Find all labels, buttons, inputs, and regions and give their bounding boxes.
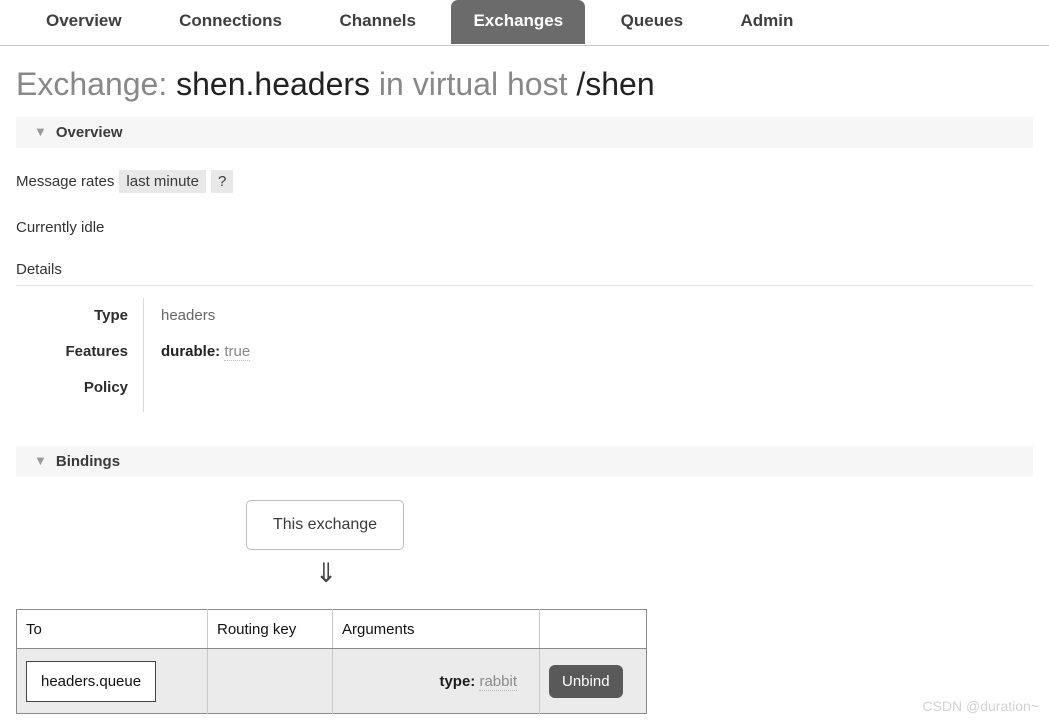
- table-row: headers.queue type: rabbit Unbind: [16, 648, 647, 714]
- details-value-policy: [143, 370, 251, 412]
- details-label-policy: Policy: [83, 379, 128, 396]
- message-rates-row: Message rates last minute?: [16, 170, 1033, 193]
- binding-flow-arrow-wrapper: ⇓: [0, 558, 1049, 588]
- page-title-middle: in virtual host: [378, 66, 568, 102]
- tab-overview[interactable]: Overview: [24, 0, 144, 44]
- watermark-text: CSDN @duration~: [922, 698, 1039, 714]
- this-exchange-wrapper: This exchange: [0, 500, 1049, 550]
- feature-key-durable: durable:: [161, 343, 221, 360]
- bindings-table-body: headers.queue type: rabbit Unbind: [16, 648, 647, 714]
- page-title: Exchange: shen.headers in virtual host /…: [16, 66, 1049, 103]
- tab-channels[interactable]: Channels: [317, 0, 438, 44]
- tab-connections[interactable]: Connections: [157, 0, 304, 44]
- overview-body: Message rates last minute? Currently idle…: [16, 170, 1033, 412]
- details-label: Details: [16, 261, 1033, 286]
- section-header-bindings-label: Bindings: [55, 453, 121, 470]
- chevron-down-icon: ▼: [34, 453, 47, 468]
- details-value-features: durable: true: [143, 334, 251, 370]
- column-header-routing-key: Routing key: [207, 609, 333, 649]
- double-down-arrow-icon: ⇓: [314, 558, 338, 588]
- this-exchange-node: This exchange: [246, 500, 405, 550]
- tab-exchanges[interactable]: Exchanges: [451, 0, 586, 44]
- help-icon[interactable]: ?: [210, 170, 234, 193]
- details-label-type: Type: [94, 307, 128, 324]
- section-header-overview[interactable]: ▼ Overview: [16, 117, 1033, 148]
- page-title-exchange-name: shen.headers: [176, 66, 371, 102]
- details-label-features: Features: [65, 343, 128, 360]
- page-title-vhost: /shen: [576, 66, 655, 102]
- cell-to: headers.queue: [16, 648, 208, 714]
- column-header-to: To: [16, 609, 208, 649]
- argument-key-type: type:: [439, 672, 476, 690]
- bindings-table: To Routing key Arguments headers.queue t…: [16, 609, 647, 714]
- cell-routing-key: [207, 648, 333, 714]
- details-row-policy: Policy: [16, 370, 251, 412]
- details-row-type: Type headers: [16, 298, 251, 334]
- feature-value-durable: true: [224, 343, 251, 361]
- rates-period-selector[interactable]: last minute: [119, 170, 206, 193]
- tab-queues[interactable]: Queues: [599, 0, 705, 44]
- binding-destination-link[interactable]: headers.queue: [26, 660, 157, 702]
- bindings-table-head: To Routing key Arguments: [16, 609, 647, 649]
- column-header-arguments: Arguments: [332, 609, 540, 649]
- unbind-button[interactable]: Unbind: [549, 664, 623, 698]
- cell-arguments: type: rabbit: [332, 648, 540, 714]
- details-value-type: headers: [143, 298, 251, 334]
- exchange-details-table: Type headers Features durable: true Poli…: [16, 298, 251, 412]
- page-title-prefix: Exchange:: [16, 66, 168, 102]
- details-row-features: Features durable: true: [16, 334, 251, 370]
- tab-admin[interactable]: Admin: [718, 0, 815, 44]
- bindings-header-row: To Routing key Arguments: [16, 609, 647, 649]
- chevron-down-icon: ▼: [34, 124, 47, 139]
- section-header-bindings[interactable]: ▼ Bindings: [16, 446, 1033, 477]
- section-header-overview-label: Overview: [55, 124, 123, 141]
- bindings-section: ▼ Bindings This exchange ⇓ To Routing key…: [0, 446, 1049, 714]
- argument-value-type: rabbit: [479, 672, 517, 691]
- column-header-actions: [539, 609, 647, 649]
- idle-status-text: Currently idle: [16, 219, 105, 236]
- message-rates-label: Message rates: [16, 173, 115, 190]
- main-navigation-bar: Overview Connections Channels Exchanges …: [0, 0, 1049, 46]
- cell-actions: Unbind: [539, 648, 647, 714]
